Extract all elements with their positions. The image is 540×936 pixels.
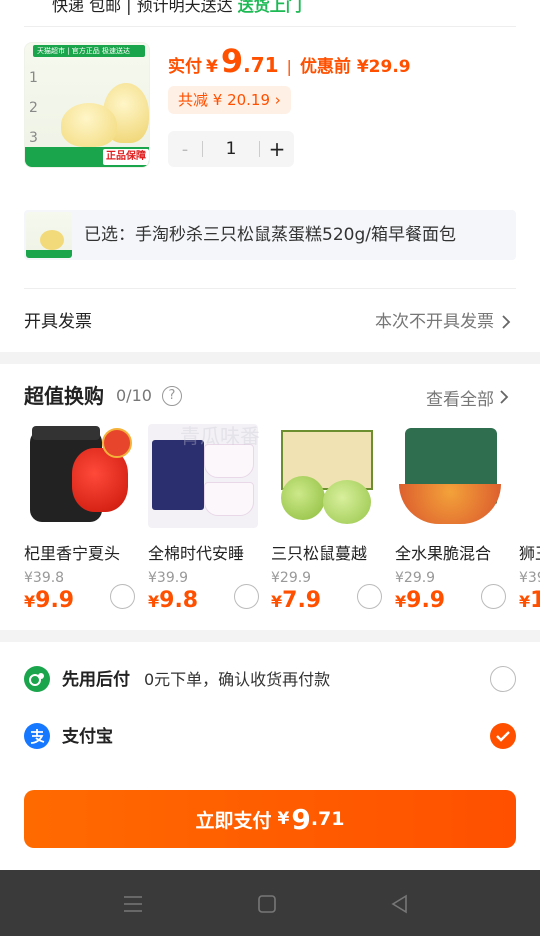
- price-row: 实付 ¥ 9 .71 | 优惠前 ¥29.9: [168, 42, 411, 82]
- currency-symbol: ¥: [206, 57, 218, 77]
- swap-item-pads[interactable]: 全棉时代安睡 ¥39.9 ¥9.8: [148, 424, 260, 620]
- pay-option-radio-checked[interactable]: [490, 723, 516, 749]
- value-swap-count: 0/10: [116, 386, 152, 405]
- invoice-row[interactable]: 开具发票 本次不开具发票: [24, 300, 516, 344]
- pay-option-radio[interactable]: [490, 666, 516, 692]
- paid-label: 实付: [168, 57, 202, 77]
- alipay-icon: [24, 723, 50, 749]
- value-swap-title: 超值换购: [24, 384, 104, 408]
- pay-option-credit[interactable]: 先用后付 0元下单，确认收货再付款: [24, 652, 516, 708]
- partial-product-image: [519, 424, 540, 528]
- delivery-info: 快递 包邮 | 预计明天送达 送货上门: [52, 0, 302, 16]
- swap-item-name: 三只松鼠蔓越: [271, 544, 368, 563]
- pay-option-name: 支付宝: [62, 727, 113, 747]
- sku-thumbnail: [26, 212, 72, 258]
- help-icon[interactable]: ?: [162, 386, 182, 406]
- thumb-tag: 天猫超市 | 官方正品 极速送达: [33, 45, 145, 57]
- swap-item-price: ¥9.8: [148, 588, 199, 613]
- swap-item-partial[interactable]: 狮王 ¥39 ¥1: [519, 424, 540, 620]
- section-gap: [0, 352, 540, 364]
- price-decimal: .71: [243, 53, 279, 77]
- value-swap-list: 杞里香宁夏头 ¥39.8 ¥9.9 全棉时代安睡 ¥39.9 ¥9.8 三只松鼠…: [24, 424, 540, 624]
- swap-item-name: 杞里香宁夏头: [24, 544, 121, 563]
- chevron-right-icon: [502, 315, 511, 329]
- fruit-product-image: [395, 424, 505, 528]
- thumb-banner: 正品保障: [25, 147, 149, 167]
- selected-sku-text: 已选：手淘秒杀三只松鼠蒸蛋糕520g/箱早餐面包: [84, 225, 456, 245]
- view-all-link[interactable]: 查看全部: [426, 385, 494, 410]
- cake-image: [61, 103, 117, 147]
- check-icon: [496, 731, 510, 742]
- quantity-value[interactable]: 1: [203, 139, 259, 159]
- pay-option-desc: 0元下单，确认收货再付款: [144, 670, 331, 689]
- swap-item-old-price: ¥39: [519, 570, 540, 586]
- swap-item-price: ¥9.9: [24, 588, 75, 613]
- delivery-text: 快递 包邮 | 预计明天送达: [52, 0, 238, 15]
- invoice-label: 开具发票: [24, 312, 92, 332]
- swap-item-radio[interactable]: [357, 584, 382, 609]
- swap-item-radio[interactable]: [481, 584, 506, 609]
- swap-item-old-price: ¥29.9: [395, 570, 436, 586]
- swap-item-radio[interactable]: [234, 584, 259, 609]
- increase-button[interactable]: +: [260, 137, 294, 161]
- pre-discount-price: 优惠前 ¥29.9: [299, 57, 411, 77]
- menu-icon[interactable]: [121, 892, 145, 916]
- swap-item-radio[interactable]: [110, 584, 135, 609]
- swap-item-fruit[interactable]: 全水果脆混合 ¥29.9 ¥9.9: [395, 424, 507, 620]
- chevron-right-icon[interactable]: [496, 389, 512, 405]
- swap-item-old-price: ¥39.9: [148, 570, 189, 586]
- delivery-highlight: 送货上门: [237, 0, 302, 15]
- quantity-stepper: - 1 +: [168, 131, 294, 167]
- swap-item-old-price: ¥29.9: [271, 570, 312, 586]
- swap-item-goji[interactable]: 杞里香宁夏头 ¥39.8 ¥9.9: [24, 424, 136, 620]
- thumb-badge: 正品保障: [103, 149, 149, 165]
- selected-sku[interactable]: 已选：手淘秒杀三只松鼠蒸蛋糕520g/箱早餐面包: [24, 210, 516, 260]
- pay-option-name: 先用后付: [62, 670, 130, 690]
- pay-now-button[interactable]: 立即支付 ¥ 9 .71: [24, 790, 516, 848]
- mooncake-product-image: [271, 424, 381, 528]
- swap-item-name: 全棉时代安睡: [148, 544, 245, 563]
- back-icon[interactable]: [388, 892, 412, 916]
- watermark: 青瓜味番: [180, 424, 260, 448]
- swap-item-name: 狮王: [519, 544, 540, 563]
- swap-item-mooncake[interactable]: 三只松鼠蔓越 ¥29.9 ¥7.9: [271, 424, 383, 620]
- price-integer: 9: [220, 42, 244, 80]
- divider: [24, 26, 516, 27]
- goji-product-image: [24, 424, 134, 528]
- price-separator: |: [286, 57, 292, 76]
- thumb-steps: 1 2 3: [29, 70, 38, 146]
- pay-option-alipay[interactable]: 支付宝: [24, 709, 516, 765]
- decrease-button[interactable]: -: [168, 139, 202, 160]
- swap-item-name: 全水果脆混合: [395, 544, 492, 563]
- section-gap: [0, 630, 540, 642]
- divider: [24, 288, 516, 289]
- swap-item-price: ¥9.9: [395, 588, 446, 613]
- product-thumbnail[interactable]: 天猫超市 | 官方正品 极速送达 1 2 3 正品保障: [24, 42, 150, 168]
- home-icon[interactable]: [255, 892, 279, 916]
- swap-item-price: ¥7.9: [271, 588, 322, 613]
- swap-item-price: ¥1: [519, 588, 540, 613]
- swap-item-old-price: ¥39.8: [24, 570, 65, 586]
- discount-badge[interactable]: 共减 ¥ 20.19 ›: [168, 86, 291, 114]
- system-nav-bar: [0, 870, 540, 936]
- credit-pay-icon: [24, 666, 50, 692]
- invoice-value: 本次不开具发票: [375, 312, 494, 332]
